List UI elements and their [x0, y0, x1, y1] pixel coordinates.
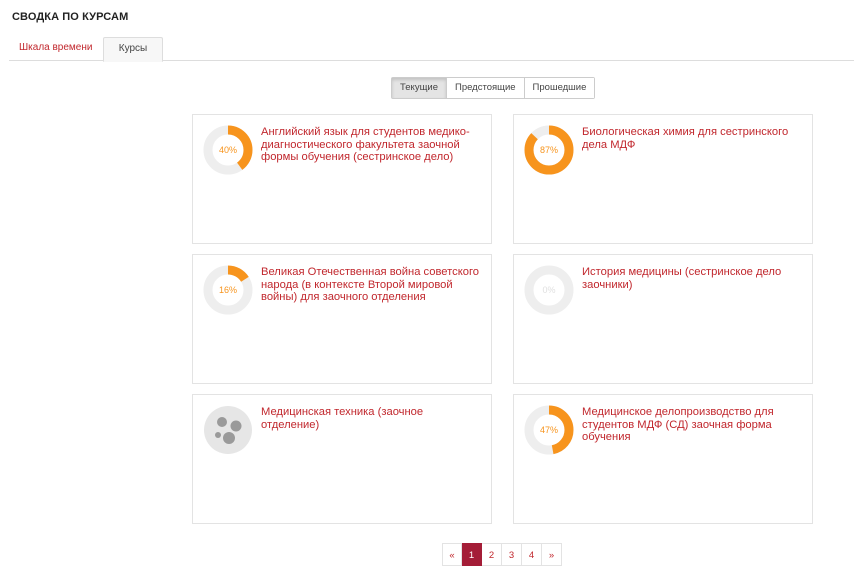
progress-percent: 0%: [542, 285, 556, 295]
filter-past-button[interactable]: Прошедшие: [523, 78, 595, 98]
progress-percent: 87%: [539, 145, 558, 155]
course-name-link[interactable]: Медицинское делопроизводство для студент…: [582, 406, 804, 444]
course-filter-group: Текущие Предстоящие Прошедшие: [391, 77, 596, 99]
course-card[interactable]: 47% Медицинское делопроизводство для сту…: [513, 394, 813, 524]
progress-percent: 47%: [539, 425, 558, 435]
pagination-page-button[interactable]: 3: [502, 543, 522, 566]
course-card[interactable]: Медицинская техника (заочное отделение): [192, 394, 492, 524]
block-title: СВОДКА ПО КУРСАМ: [12, 11, 129, 23]
course-name-link[interactable]: Английский язык для студентов медико-диа…: [261, 126, 483, 164]
tab-courses[interactable]: Курсы: [103, 37, 163, 62]
filter-current-button[interactable]: Текущие: [392, 78, 446, 98]
pagination-page-button[interactable]: 1: [462, 543, 482, 566]
course-card[interactable]: 40% Английский язык для студентов медико…: [192, 114, 492, 244]
pagination-page-button[interactable]: 2: [482, 543, 502, 566]
pagination-prev-button[interactable]: «: [442, 543, 462, 566]
pagination-next-button[interactable]: »: [542, 543, 562, 566]
tab-bar: Шкала времени Курсы: [9, 37, 854, 62]
pagination: « 1 2 3 4 »: [442, 543, 562, 566]
course-name-link[interactable]: Медицинская техника (заочное отделение): [261, 406, 483, 431]
course-card[interactable]: 87% Биологическая химия для сестринского…: [513, 114, 813, 244]
course-name-link[interactable]: История медицины (сестринское дело заочн…: [582, 266, 804, 291]
progress-percent: 40%: [218, 145, 237, 155]
progress-percent: 16%: [218, 285, 237, 295]
tab-timeline[interactable]: Шкала времени: [9, 37, 102, 61]
course-card[interactable]: 16% Великая Отечественная война советско…: [192, 254, 492, 384]
pagination-page-button[interactable]: 4: [522, 543, 542, 566]
course-card[interactable]: 0% История медицины (сестринское дело за…: [513, 254, 813, 384]
course-name-link[interactable]: Великая Отечественная война советского н…: [261, 266, 483, 304]
filter-upcoming-button[interactable]: Предстоящие: [445, 78, 524, 98]
course-name-link[interactable]: Биологическая химия для сестринского дел…: [582, 126, 804, 151]
course-default-icon: [203, 405, 253, 455]
